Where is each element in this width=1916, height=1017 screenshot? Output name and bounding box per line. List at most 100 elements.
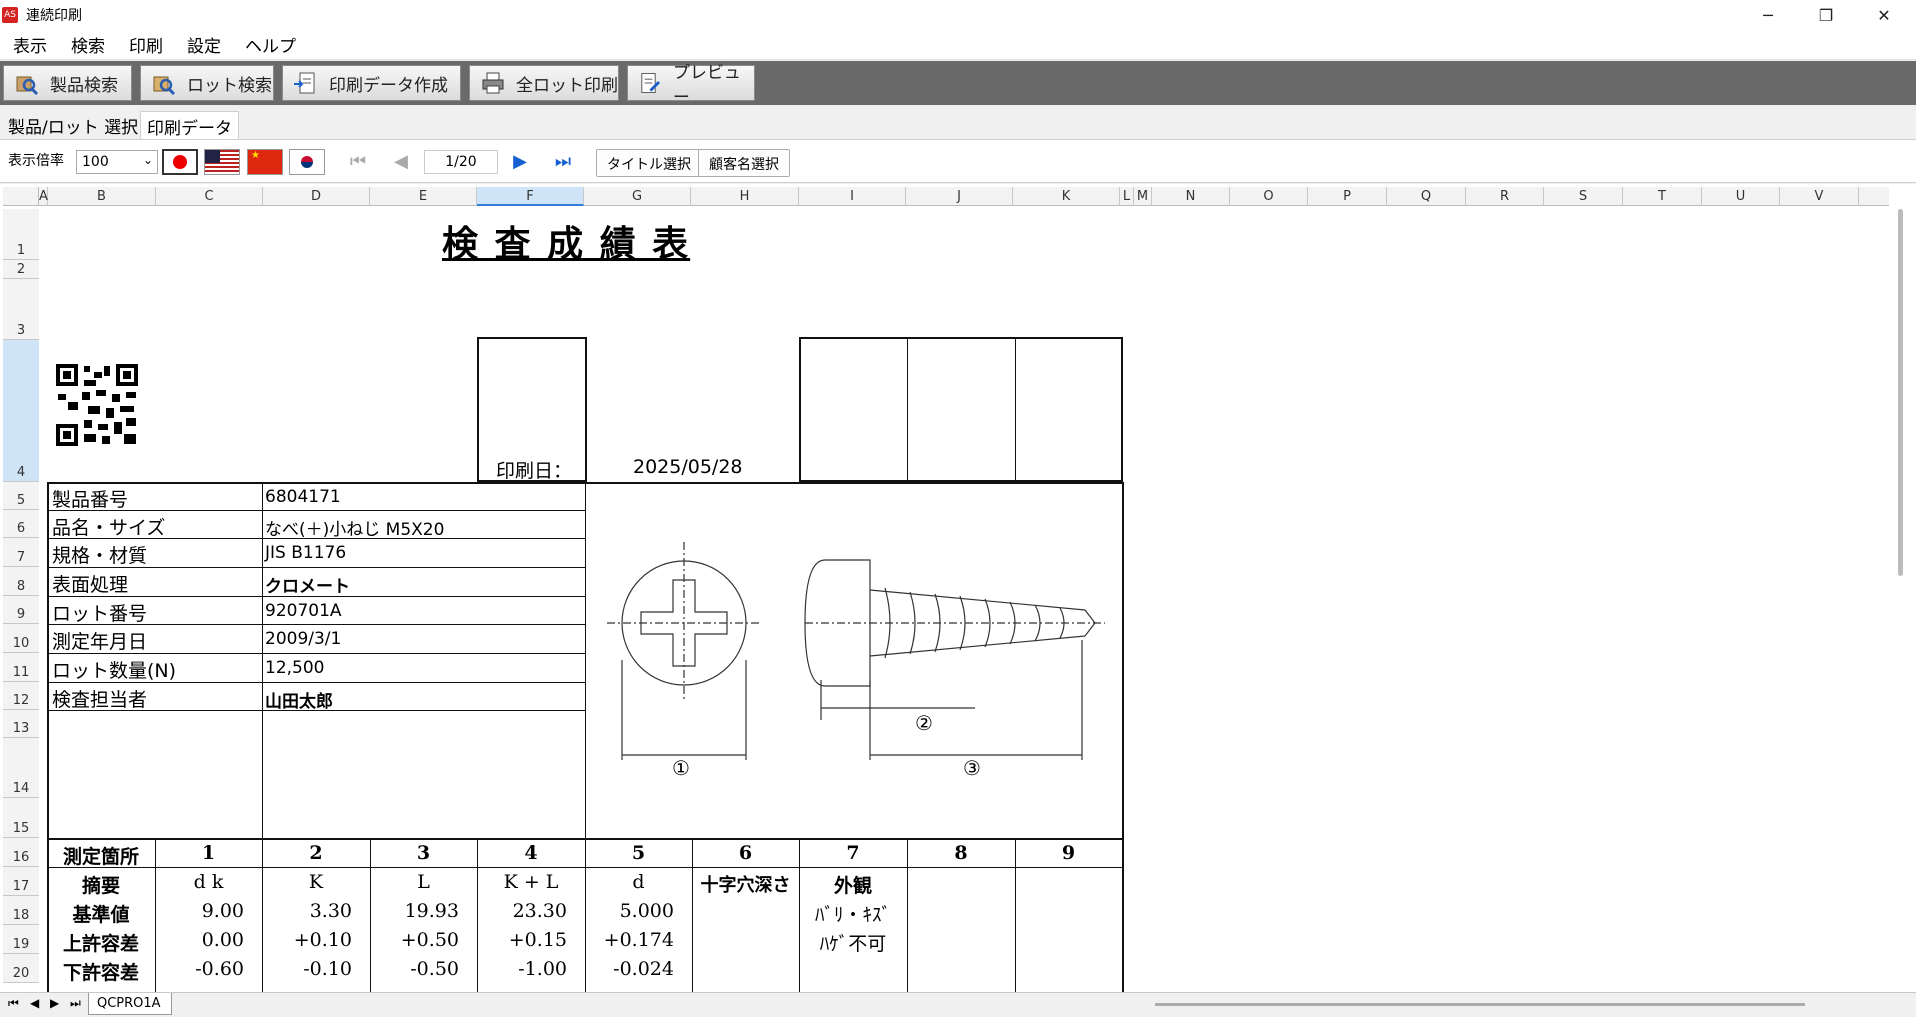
create-print-data-button[interactable]: 印刷データ作成 [282,65,461,101]
row-header-3[interactable]: 3 [3,279,39,340]
column-header-C[interactable]: C [156,187,263,206]
lower-row-cell: -0.60 [195,958,244,980]
column-header-H[interactable]: H [691,187,799,206]
column-header-B[interactable]: B [48,187,156,206]
create-print-data-label: 印刷データ作成 [329,75,448,96]
lower-row-cell: -0.024 [613,958,674,980]
tab-print-data[interactable]: 印刷データ [140,111,239,139]
row-header-16[interactable]: 16 [3,838,39,867]
column-header-Q[interactable]: Q [1387,187,1466,206]
horizontal-scrollbar[interactable] [1155,1003,1805,1006]
menu-view[interactable]: 表示 [0,32,58,57]
row-header-20[interactable]: 20 [3,954,39,983]
table-border [1122,482,1124,992]
measure-header-cell: 1 [201,842,216,864]
restore-button[interactable]: ❐ [1797,0,1855,30]
vertical-scrollbar[interactable] [1898,209,1903,576]
column-header-U[interactable]: U [1702,187,1780,206]
column-header-I[interactable]: I [799,187,906,206]
column-header-O[interactable]: O [1230,187,1308,206]
row-header-11[interactable]: 11 [3,653,39,682]
sheet-tab-bar: ⏮ ◀ ▶ ⏭ QCPRO1A [0,992,1916,1017]
page-indicator[interactable]: 1/20 [424,150,498,174]
table-border [262,838,263,992]
column-header-A[interactable]: A [39,187,48,206]
first-sheet-icon[interactable]: ⏮ [8,996,19,1011]
flag-japan-button[interactable] [162,149,198,175]
column-header-K[interactable]: K [1013,187,1120,206]
first-page-button[interactable]: ⏮ [346,150,370,174]
select-all-corner[interactable] [3,187,39,206]
preview-button[interactable]: プレビュー [627,63,755,108]
row-header-9[interactable]: 9 [3,596,39,624]
table-border [262,482,263,838]
menu-help[interactable]: ヘルプ [232,32,307,57]
upper-row-cell: +0.15 [508,929,567,951]
menu-print[interactable]: 印刷 [116,32,174,57]
next-sheet-icon[interactable]: ▶ [50,996,59,1010]
column-header-V[interactable]: V [1780,187,1859,206]
measure-header-cell: 6 [738,842,753,864]
table-border [585,337,587,482]
product-search-button[interactable]: 製品検索 [3,65,132,101]
row-header-6[interactable]: 6 [3,510,39,538]
minimize-button[interactable]: ─ [1739,0,1797,30]
table-border [47,710,585,711]
row-header-5[interactable]: 5 [3,482,39,510]
print-all-lots-button[interactable]: 全ロット印刷 [469,65,619,101]
printer-icon [482,72,504,94]
print-all-lots-label: 全ロット印刷 [516,75,618,96]
row-header-19[interactable]: 19 [3,925,39,954]
column-header-N[interactable]: N [1152,187,1230,206]
menu-search[interactable]: 検索 [58,32,116,57]
row-header-10[interactable]: 10 [3,624,39,653]
row-header-18[interactable]: 18 [3,896,39,925]
table-border [799,337,1123,339]
flag-korea-button[interactable] [289,149,325,175]
row-header-13[interactable]: 13 [3,710,39,738]
last-page-button[interactable]: ⏭ [551,150,575,174]
column-header-T[interactable]: T [1623,187,1702,206]
view-toolbar: 表示倍率 100 ⌄ ★ ⏮ ◀ 1/20 ▶ ⏭ タイトル選択 顧客名選択 [0,139,1916,183]
row-header-4[interactable]: 4 [3,340,39,482]
zoom-select[interactable]: 100 ⌄ [76,150,158,174]
app-icon: AS [2,7,18,23]
flag-usa-button[interactable] [204,149,240,175]
column-header-J[interactable]: J [906,187,1013,206]
column-header-S[interactable]: S [1544,187,1623,206]
column-header-L[interactable]: L [1120,187,1134,206]
column-header-G[interactable]: G [584,187,691,206]
title-select-button[interactable]: タイトル選択 [596,149,702,177]
column-header-E[interactable]: E [370,187,477,206]
customer-select-button[interactable]: 顧客名選択 [698,149,790,177]
row-header-12[interactable]: 12 [3,682,39,710]
column-header-F[interactable]: F [477,187,584,206]
menu-settings[interactable]: 設定 [174,32,232,57]
summary-row-cell: K [308,871,324,893]
upper-row-cell: 上許容差 [62,933,139,955]
tab-strip: 製品/ロット 選択 印刷データ [0,105,1916,139]
prev-sheet-icon[interactable]: ◀ [30,996,39,1010]
row-header-8[interactable]: 8 [3,567,39,596]
row-header-17[interactable]: 17 [3,867,39,896]
table-border [47,682,585,683]
column-header-M[interactable]: M [1134,187,1152,206]
row-header-7[interactable]: 7 [3,538,39,567]
flag-china-button[interactable]: ★ [247,149,283,175]
preview-icon [641,72,661,94]
column-header-P[interactable]: P [1308,187,1387,206]
row-header-2[interactable]: 2 [3,260,39,279]
prev-page-button[interactable]: ◀ [389,150,413,174]
row-header-14[interactable]: 14 [3,738,39,798]
row-header-1[interactable]: 1 [3,209,39,260]
last-sheet-icon[interactable]: ⏭ [70,996,81,1011]
column-header-R[interactable]: R [1466,187,1544,206]
next-page-button[interactable]: ▶ [508,150,532,174]
info-label: 品名・サイズ [52,517,166,539]
column-header-D[interactable]: D [263,187,370,206]
close-button[interactable]: ✕ [1855,0,1913,30]
sheet-tab-qcpro1a[interactable]: QCPRO1A [88,993,172,1015]
lot-search-button[interactable]: ロット検索 [140,65,274,101]
tab-product-lot-select[interactable]: 製品/ロット 選択 [2,111,144,139]
row-header-15[interactable]: 15 [3,798,39,838]
